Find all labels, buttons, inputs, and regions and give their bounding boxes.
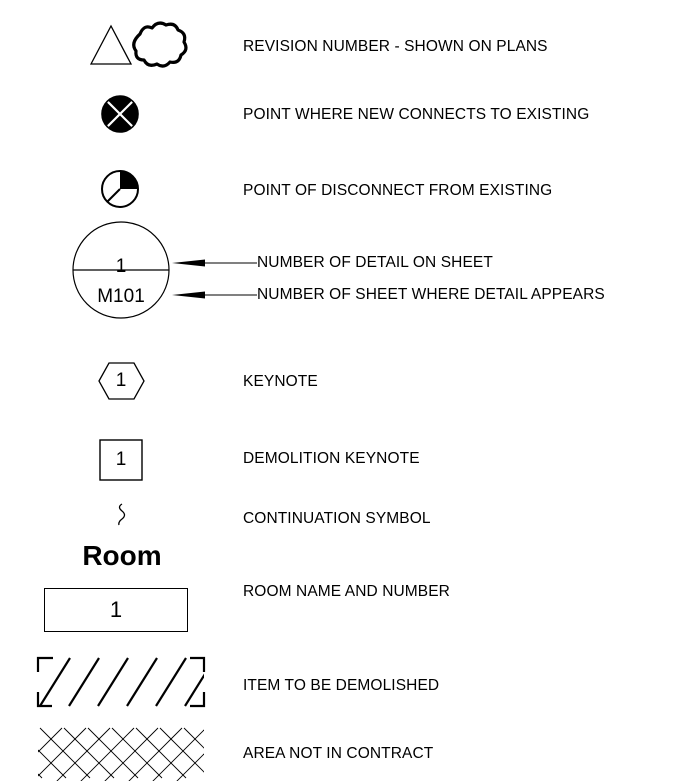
disconnect-point-icon <box>101 170 139 208</box>
desc-item-demolished: ITEM TO BE DEMOLISHED <box>243 677 440 694</box>
detail-number: 1 <box>115 256 127 277</box>
squiggle-icon <box>118 503 126 526</box>
desc-keynote: KEYNOTE <box>243 373 318 390</box>
desc-area-not-in-contract: AREA NOT IN CONTRACT <box>243 745 434 762</box>
triangle-cloud-icon <box>89 21 188 68</box>
detail-sheet-number: M101 <box>97 286 145 307</box>
desc-detail-sheet: NUMBER OF SHEET WHERE DETAIL APPEARS <box>257 286 605 303</box>
demolition-keynote-number: 1 <box>115 449 127 470</box>
desc-disconnect-from-existing: POINT OF DISCONNECT FROM EXISTING <box>243 182 553 199</box>
room-number-box: 1 <box>44 588 188 632</box>
desc-demolition-keynote: DEMOLITION KEYNOTE <box>243 450 420 467</box>
diagonal-hatch-icon <box>36 656 206 708</box>
detail-number-leader-arrow <box>172 259 257 267</box>
keynote-number: 1 <box>115 370 127 391</box>
connection-point-icon <box>101 95 139 133</box>
desc-continuation-symbol: CONTINUATION SYMBOL <box>243 510 431 527</box>
room-name-label: Room <box>82 540 162 571</box>
detail-sheet-leader-arrow <box>172 291 257 299</box>
desc-detail-number: NUMBER OF DETAIL ON SHEET <box>257 254 493 271</box>
symbol-legend: 1 M101 1 1 Room 1 REVISION NUMBER - SHOW… <box>0 0 684 781</box>
desc-room-name-number: ROOM NAME AND NUMBER <box>243 583 450 600</box>
crosshatch-icon <box>38 727 204 781</box>
desc-connects-to-existing: POINT WHERE NEW CONNECTS TO EXISTING <box>243 106 590 123</box>
desc-revision-number: REVISION NUMBER - SHOWN ON PLANS <box>243 38 548 55</box>
